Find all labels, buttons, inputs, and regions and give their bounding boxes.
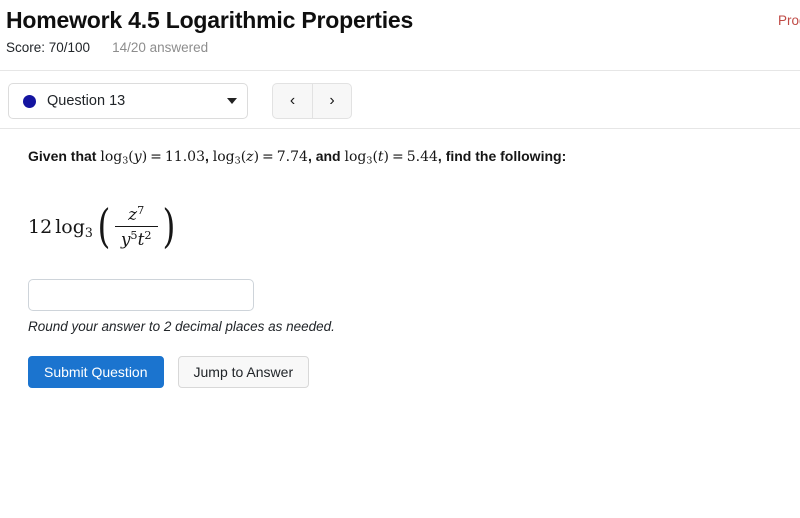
expression-log-name: log <box>55 215 85 238</box>
given-prefix: Given that <box>28 148 101 164</box>
page-title: Homework 4.5 Logarithmic Properties <box>6 7 414 33</box>
fraction: z7 y5t2 <box>114 204 158 251</box>
question-bar-divider <box>0 128 800 129</box>
denominator-base-1: y <box>120 230 131 251</box>
expression-log-base: 3 <box>84 224 93 240</box>
given-term-3-arg: t <box>377 149 384 165</box>
fraction-numerator: z7 <box>122 204 150 226</box>
expression-coefficient: 12 <box>28 216 53 239</box>
answered-label: 14/20 answered <box>112 40 209 55</box>
given-sep-2: , and <box>307 148 345 164</box>
question-select-label: Question 13 <box>47 93 126 109</box>
given-term-1-arg: y <box>133 149 142 165</box>
given-suffix: find the following: <box>445 148 567 164</box>
given-term-1-base: 3 <box>122 155 129 167</box>
score-summary: Score: 70/100 14/20 answered <box>6 39 800 56</box>
prev-next-group: ‹ › <box>272 83 352 119</box>
math-expression: 12 log3 ( z7 y5t2 ) <box>28 197 790 257</box>
jump-to-answer-button[interactable]: Jump to Answer <box>177 356 310 389</box>
page-header: Homework 4.5 Logarithmic Properties Scor… <box>0 0 800 56</box>
given-sep-1: , <box>204 148 213 164</box>
given-term-3-value: 5.44 <box>406 149 438 165</box>
given-term-2-value: 7.74 <box>276 149 308 165</box>
given-term-3-base: 3 <box>366 155 373 167</box>
denominator-exponent-1: 5 <box>130 229 138 243</box>
header-divider <box>0 70 800 71</box>
given-term-1: log3(y) = 11.03 <box>100 149 205 167</box>
question-status-dot-icon <box>23 94 36 108</box>
next-question-button[interactable]: › <box>312 83 352 119</box>
expression-log: log3 <box>55 216 93 240</box>
fraction-denominator: y5t2 <box>115 227 158 250</box>
action-buttons: Submit Question Jump to Answer <box>28 356 790 389</box>
submit-question-button[interactable]: Submit Question <box>28 356 164 389</box>
right-paren: ) <box>162 199 175 254</box>
answer-input[interactable] <box>28 279 254 312</box>
numerator-exponent: 7 <box>137 204 145 218</box>
question-navigation-bar: Question 13 ‹ › <box>8 83 352 119</box>
denominator-exponent-2: 2 <box>144 229 152 243</box>
previous-question-button[interactable]: ‹ <box>272 83 312 119</box>
numerator-base: z <box>128 205 138 226</box>
given-statement: Given that log3(y) = 11.03, log3(z) = 7.74, … <box>28 146 790 171</box>
left-paren: ( <box>97 199 111 254</box>
given-term-3: log3(t) = 5.44 <box>344 149 438 167</box>
question-content: Given that log3(y) = 11.03, log3(z) = 7.74, … <box>28 146 790 389</box>
given-term-2: log3(z) = 7.74 <box>212 149 308 167</box>
given-term-2-arg: z <box>246 149 254 165</box>
given-sep-3: , <box>437 148 446 164</box>
progress-saved-note: Progress saved <box>778 13 800 28</box>
chevron-down-icon <box>227 98 237 104</box>
given-term-1-value: 11.03 <box>164 149 205 165</box>
given-term-2-base: 3 <box>234 155 241 167</box>
score-label: Score: 70/100 <box>6 40 91 55</box>
question-select[interactable]: Question 13 <box>8 83 248 119</box>
answer-hint: Round your answer to 2 decimal places as… <box>28 319 335 335</box>
